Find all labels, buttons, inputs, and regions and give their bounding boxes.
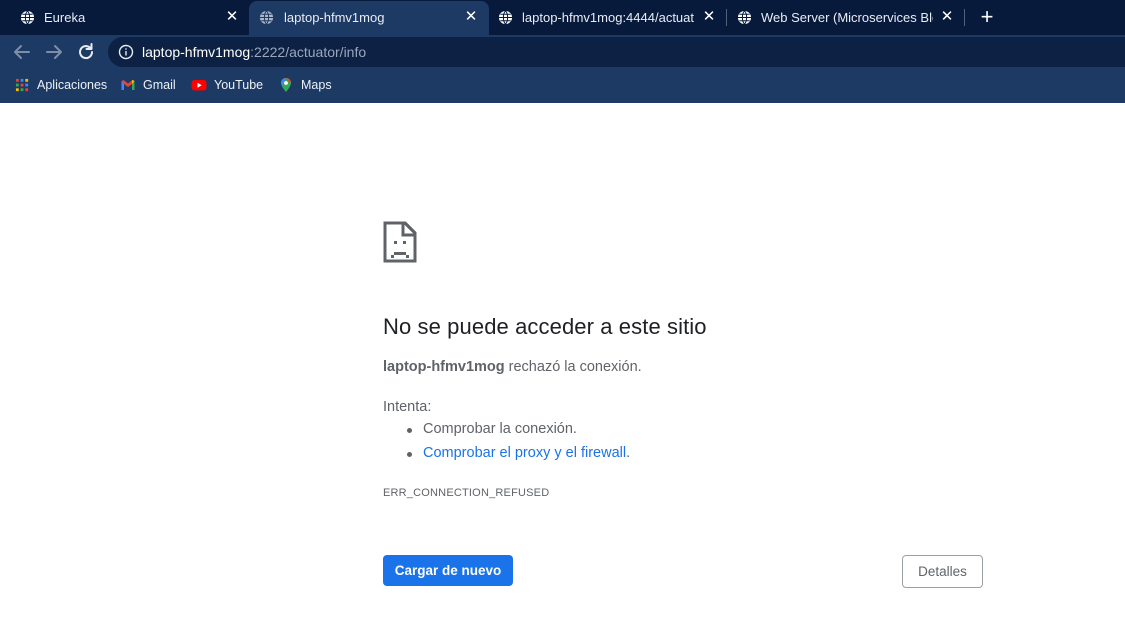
close-tab-icon[interactable]: ✕ [701, 9, 717, 25]
bullet-icon [407, 428, 412, 433]
tab-title: Eureka [44, 10, 86, 25]
url-path: :2222/actuator/info [250, 44, 367, 60]
bookmark-label: Gmail [143, 78, 176, 92]
suggestion-item: Comprobar el proxy y el firewall. [407, 445, 631, 461]
sad-page-icon [383, 221, 417, 263]
url-text[interactable]: laptop-hfmv1mog:2222/actuator/info [142, 44, 366, 60]
bookmark-youtube[interactable]: YouTube [191, 76, 263, 94]
bookmark-aplicaciones[interactable]: Aplicaciones [15, 76, 107, 94]
close-tab-icon[interactable]: ✕ [939, 9, 955, 25]
bookmarks-bar: Aplicaciones Gmail YouTube Maps [0, 68, 1125, 103]
tab-title: Web Server (Microservices Blog D [761, 10, 933, 25]
apps-grid-icon [15, 78, 29, 91]
error-host: laptop-hfmv1mog [383, 359, 505, 375]
tab-title: laptop-hfmv1mog:4444/actuator [522, 10, 694, 25]
close-tab-icon[interactable]: ✕ [463, 9, 479, 25]
try-label: Intenta: [383, 399, 432, 415]
bookmark-label: Maps [301, 78, 332, 92]
error-message: laptop-hfmv1mog rechazó la conexión. [383, 359, 642, 375]
globe-icon [498, 10, 513, 25]
maps-icon [281, 78, 291, 92]
globe-icon [737, 10, 752, 25]
reload-button[interactable]: Cargar de nuevo [383, 555, 513, 586]
address-bar[interactable]: laptop-hfmv1mog:2222/actuator/info [108, 37, 1125, 67]
page-content: No se puede acceder a este sitio laptop-… [0, 103, 1125, 633]
youtube-icon [191, 80, 207, 91]
tab-eureka[interactable]: Eureka ✕ [0, 0, 250, 35]
error-heading: No se puede acceder a este sitio [383, 314, 707, 339]
proxy-firewall-link[interactable]: Comprobar el proxy y el firewall [423, 445, 626, 461]
tab-laptop-hfmv1mog[interactable]: laptop-hfmv1mog ✕ [249, 1, 489, 35]
tab-strip: Eureka ✕ laptop-hfmv1mog ✕ laptop-hfmv1m… [0, 0, 1125, 35]
tab-web-server[interactable]: Web Server (Microservices Blog D ✕ [727, 0, 965, 35]
bullet-icon [407, 452, 412, 457]
suggestion-suffix: . [626, 445, 631, 461]
url-host: laptop-hfmv1mog [142, 44, 251, 60]
globe-icon [20, 10, 35, 25]
info-icon[interactable] [118, 44, 134, 60]
tab-separator [964, 9, 965, 26]
bookmark-label: Aplicaciones [37, 78, 108, 92]
error-message-text: rechazó la conexión. [504, 359, 642, 375]
tab-title: laptop-hfmv1mog [284, 10, 385, 25]
details-button[interactable]: Detalles [902, 555, 983, 588]
back-arrow-icon[interactable] [11, 41, 33, 63]
suggestion-text: Comprobar la conexión. [423, 421, 577, 437]
gmail-icon [121, 80, 135, 90]
new-tab-plus-icon[interactable]: + [977, 6, 997, 28]
browser-toolbar: laptop-hfmv1mog:2222/actuator/info [0, 35, 1125, 68]
forward-arrow-icon[interactable] [43, 41, 65, 63]
bookmark-label: YouTube [214, 78, 264, 92]
globe-icon [259, 10, 274, 25]
tab-actuator-4444[interactable]: laptop-hfmv1mog:4444/actuator ✕ [489, 0, 727, 35]
close-tab-icon[interactable]: ✕ [224, 9, 240, 25]
suggestion-item: Comprobar la conexión. [407, 421, 577, 437]
bookmark-gmail[interactable]: Gmail [120, 76, 176, 94]
reload-icon[interactable] [75, 41, 97, 63]
error-code: ERR_CONNECTION_REFUSED [383, 487, 550, 499]
bookmark-maps[interactable]: Maps [278, 76, 332, 94]
